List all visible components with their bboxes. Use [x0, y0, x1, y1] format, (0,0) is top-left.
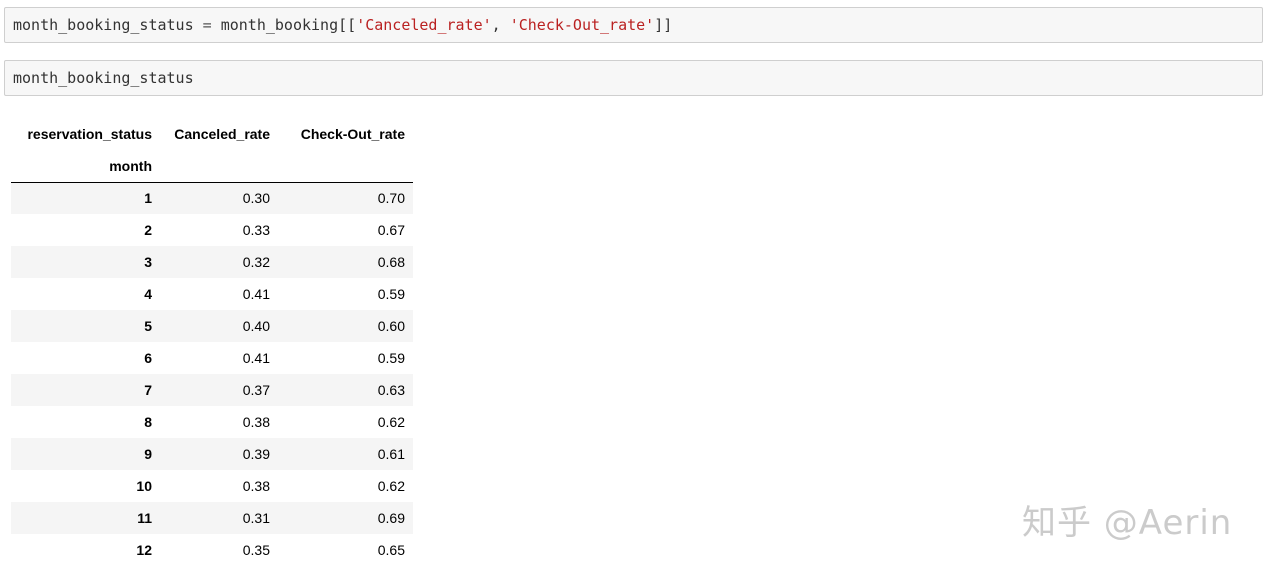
check-out-rate-cell: 0.68	[377, 254, 405, 270]
row-index: 6	[144, 350, 152, 366]
table-row: 11 0.31 0.69	[11, 502, 413, 534]
table-row: 5 0.40 0.60	[11, 310, 413, 342]
table-row: 1 0.30 0.70	[11, 182, 413, 214]
code-open-bracket: [[	[338, 16, 357, 34]
canceled-rate-cell: 0.33	[242, 222, 270, 238]
columns-name-header: reservation_status	[27, 126, 152, 142]
header-row-index: month	[11, 150, 413, 183]
table-row: 6 0.41 0.59	[11, 342, 413, 374]
row-index: 7	[144, 382, 152, 398]
row-index: 11	[137, 510, 152, 526]
canceled-rate-cell: 0.31	[242, 510, 270, 526]
row-index: 4	[144, 286, 152, 302]
code-string-checkout: 'Check-Out_rate'	[509, 16, 655, 34]
row-index: 5	[144, 318, 152, 334]
watermark-text: 知乎 @Aerin	[1022, 503, 1233, 543]
check-out-rate-cell: 0.62	[377, 478, 405, 494]
row-index: 3	[144, 254, 152, 270]
check-out-rate-cell: 0.65	[377, 542, 405, 558]
table-row: 4 0.41 0.59	[11, 278, 413, 310]
row-index: 10	[136, 478, 152, 494]
notebook-page: month_booking_status = month_booking[['C…	[0, 0, 1271, 565]
canceled-rate-cell: 0.41	[242, 286, 270, 302]
code-cell-2[interactable]: month_booking_status	[4, 60, 1263, 96]
canceled-rate-cell: 0.39	[242, 446, 270, 462]
column-header-canceled-rate: Canceled_rate	[174, 126, 270, 142]
code-text: month_booking_status	[13, 69, 194, 87]
table-row: 10 0.38 0.62	[11, 470, 413, 502]
row-index: 2	[144, 222, 152, 238]
check-out-rate-cell: 0.69	[377, 510, 405, 526]
row-index: 8	[144, 414, 152, 430]
table-row: 7 0.37 0.63	[11, 374, 413, 406]
column-header-check-out-rate: Check-Out_rate	[300, 126, 405, 142]
index-header-empty	[278, 150, 413, 183]
check-out-rate-cell: 0.59	[377, 286, 405, 302]
code-var: month_booking_status	[13, 16, 194, 34]
code-string-canceled: 'Canceled_rate'	[356, 16, 492, 34]
code-assign-op: =	[193, 16, 221, 34]
row-index: 9	[144, 446, 152, 462]
canceled-rate-cell: 0.37	[242, 382, 270, 398]
table-row: 3 0.32 0.68	[11, 246, 413, 278]
check-out-rate-cell: 0.59	[377, 350, 405, 366]
table-row: 9 0.39 0.61	[11, 438, 413, 470]
canceled-rate-cell: 0.40	[242, 318, 270, 334]
table-row: 8 0.38 0.62	[11, 406, 413, 438]
canceled-rate-cell: 0.30	[242, 190, 270, 207]
code-separator: ,	[491, 16, 510, 34]
row-index: 1	[144, 190, 152, 207]
check-out-rate-cell: 0.70	[377, 190, 405, 207]
canceled-rate-cell: 0.41	[242, 350, 270, 366]
canceled-rate-cell: 0.32	[242, 254, 270, 270]
canceled-rate-cell: 0.38	[242, 414, 270, 430]
canceled-rate-cell: 0.35	[242, 542, 270, 558]
header-row-columns: reservation_status Canceled_rate Check-O…	[11, 118, 413, 150]
index-name-header: month	[11, 150, 160, 183]
check-out-rate-cell: 0.62	[377, 414, 405, 430]
code-close-bracket: ]]	[654, 16, 673, 34]
code-object: month_booking	[220, 16, 339, 34]
canceled-rate-cell: 0.38	[242, 478, 270, 494]
check-out-rate-cell: 0.60	[377, 318, 405, 334]
check-out-rate-cell: 0.63	[377, 382, 405, 398]
row-index: 12	[136, 542, 152, 558]
table-row: 12 0.35 0.65	[11, 534, 413, 565]
check-out-rate-cell: 0.61	[377, 446, 405, 462]
dataframe-output: reservation_status Canceled_rate Check-O…	[11, 118, 413, 565]
table-row: 2 0.33 0.67	[11, 214, 413, 246]
check-out-rate-cell: 0.67	[377, 222, 405, 238]
index-header-empty	[160, 150, 278, 183]
code-cell-1[interactable]: month_booking_status = month_booking[['C…	[4, 7, 1263, 43]
